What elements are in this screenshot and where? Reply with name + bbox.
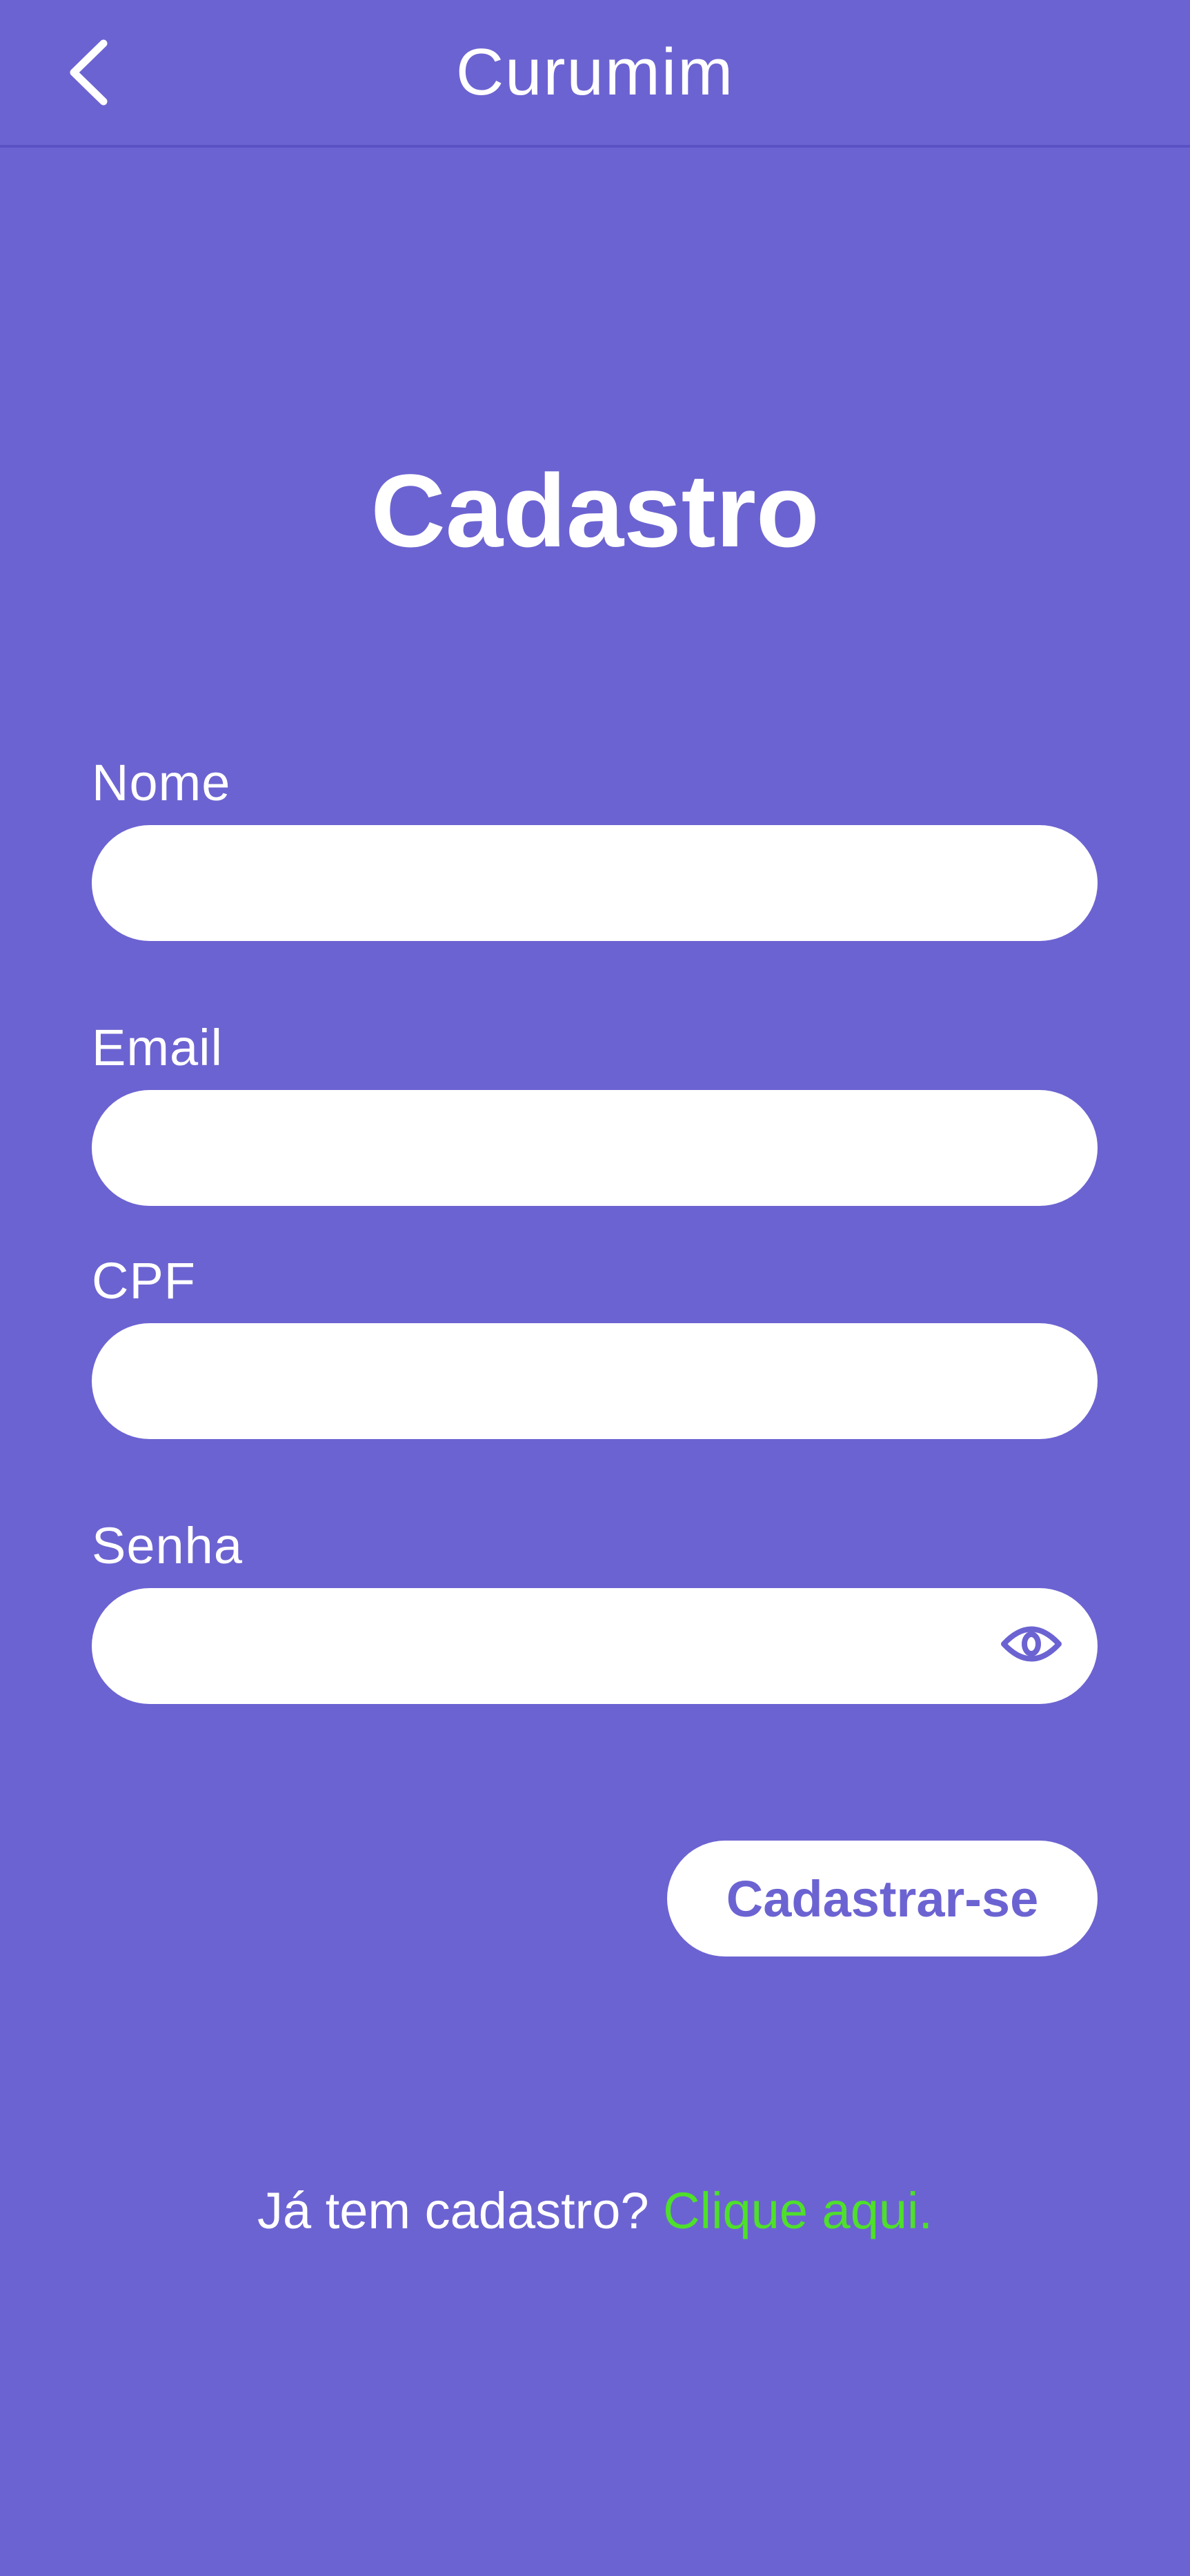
name-field[interactable]: [92, 825, 1098, 941]
eye-icon: [1001, 1626, 1062, 1662]
email-field[interactable]: [92, 1090, 1098, 1206]
password-label: Senha: [92, 1517, 243, 1574]
email-label: Email: [92, 1019, 224, 1076]
login-prompt-text: Já tem cadastro?: [257, 2182, 649, 2239]
name-label: Nome: [92, 754, 231, 811]
register-button[interactable]: Cadastrar-se: [667, 1841, 1098, 1956]
login-link[interactable]: Clique aqui.: [663, 2182, 933, 2239]
cpf-field[interactable]: [92, 1323, 1098, 1439]
cpf-label: CPF: [92, 1252, 196, 1309]
app-title: Curumim: [455, 35, 735, 109]
top-app-bar: Curumim: [0, 0, 1190, 148]
login-prompt: Já tem cadastro? Clique aqui.: [0, 2180, 1190, 2242]
password-field[interactable]: [92, 1588, 1098, 1704]
show-password-toggle[interactable]: [993, 1614, 1069, 1674]
page-title: Cadastro: [370, 453, 820, 568]
